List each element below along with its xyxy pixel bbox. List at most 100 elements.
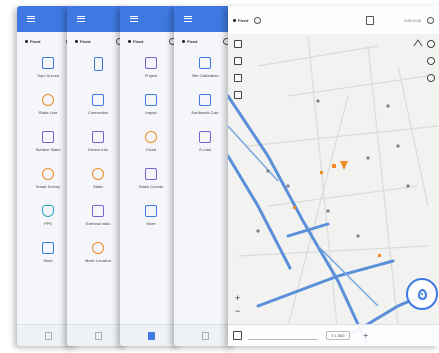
measure-icon[interactable] — [234, 57, 242, 65]
tools-menu: Site Calibration Earthwork Calc E-mail — [174, 45, 236, 164]
left-toolbar — [234, 40, 242, 99]
menu-item[interactable]: Earthwork Calc — [174, 90, 236, 127]
menu-item-label: Site Calibration — [191, 73, 219, 78]
static-icon — [92, 168, 104, 180]
fix-status: Fixed — [233, 18, 248, 23]
fix-dot — [75, 40, 78, 43]
project-icon — [145, 57, 157, 69]
site-calibration-icon — [199, 57, 211, 69]
more-icon — [145, 205, 157, 217]
menu-item[interactable]: More — [120, 201, 182, 238]
ppk-icon — [42, 205, 54, 217]
panel-header — [120, 6, 182, 32]
menu-item[interactable]: E-mail — [174, 127, 236, 164]
map-bottom-bar: T 1.500 + — [228, 324, 439, 346]
bottom-nav — [120, 324, 182, 346]
email-icon — [199, 131, 211, 143]
fix-label: Fixed — [238, 17, 249, 23]
menu-item-label: Connection — [87, 110, 109, 115]
menu-item[interactable]: Stake Coords — [120, 164, 182, 201]
fix-dot — [25, 40, 28, 43]
menu-icon[interactable] — [77, 16, 85, 22]
import-icon — [145, 94, 157, 106]
status-row: Fixed — [120, 32, 182, 45]
tools-panel: Fixed Site Calibration Earthwork Calc E-ma… — [174, 6, 236, 346]
crosshair-icon[interactable] — [234, 40, 242, 48]
fix-label: Fixed — [133, 39, 144, 44]
antenna-height[interactable]: T 1.500 — [326, 331, 350, 340]
layer-toggle-icon[interactable] — [427, 40, 435, 48]
location-pin-icon — [417, 288, 427, 300]
home-tab-icon[interactable] — [44, 331, 52, 340]
menu-item-label: Static — [92, 184, 103, 189]
menu-item-label: Import — [145, 110, 157, 115]
menu-item-label: Topo Survey — [36, 73, 60, 78]
gear-icon[interactable] — [254, 16, 262, 24]
zoom-controls: + − — [235, 292, 240, 318]
menu-item-label: External radio — [85, 221, 111, 226]
menu-item-label: PPK — [43, 221, 52, 226]
fix-dot — [233, 18, 236, 22]
map-toolbar: Fixed 0.01 0.02 — [228, 6, 439, 34]
bottom-nav — [174, 324, 236, 346]
target-icon[interactable] — [427, 57, 435, 65]
smart-survey-icon — [42, 168, 54, 180]
right-toolbar — [427, 40, 435, 82]
menu-item-label: Stake Line — [38, 110, 58, 115]
menu-item-label: More — [43, 258, 53, 263]
info-icon[interactable] — [427, 74, 435, 82]
fix-label: Fixed — [30, 39, 41, 44]
mesh-location-icon — [92, 242, 104, 254]
project-panel: Fixed Project Import Cloud Stake Coords More — [120, 6, 182, 346]
point-name-field[interactable] — [248, 332, 318, 340]
menu-item-label: Project — [144, 73, 158, 78]
menu-item-label: Device info — [88, 147, 108, 152]
menu-item[interactable]: Site Calibration — [174, 53, 236, 90]
zoom-out-button[interactable]: − — [235, 305, 240, 318]
menu-item[interactable]: Project — [120, 53, 182, 90]
fix-label: Fixed — [80, 39, 91, 44]
stake-coords-icon — [145, 168, 157, 180]
locate-button[interactable] — [406, 278, 438, 310]
menu-item-label: More — [146, 221, 156, 226]
settings-icon[interactable] — [427, 16, 434, 24]
device-tab-icon[interactable] — [94, 331, 102, 340]
fix-dot — [182, 40, 185, 43]
compass-icon[interactable] — [234, 91, 242, 99]
panel-header — [174, 6, 236, 32]
add-point-button[interactable]: + — [364, 331, 369, 340]
status-row: Fixed — [174, 32, 236, 45]
menu-item-label: E-mail — [199, 147, 211, 152]
more-icon — [42, 242, 54, 254]
fullscreen-icon[interactable] — [234, 74, 242, 82]
menu-item-label: Earthwork Calc — [191, 110, 219, 115]
menu-item-label: Smart Survey — [35, 184, 61, 189]
menu-icon[interactable] — [130, 16, 138, 22]
tools-tab-icon[interactable] — [201, 331, 209, 340]
menu-item-label: Mesh Location — [84, 258, 111, 263]
menu-item-label: Surface Stake — [35, 147, 61, 152]
project-tab-icon[interactable] — [147, 331, 155, 340]
device-info-icon — [92, 131, 104, 143]
menu-icon[interactable] — [27, 16, 35, 22]
menu-item-label: Stake Coords — [138, 184, 164, 189]
precision-readout: 0.01 0.02 — [404, 17, 421, 23]
point-list-icon[interactable] — [233, 331, 242, 340]
layers-icon[interactable] — [366, 15, 375, 25]
stake-line-icon — [42, 94, 54, 106]
connection-icon — [92, 94, 104, 106]
menu-icon[interactable] — [184, 16, 192, 22]
menu-item[interactable]: Cloud — [120, 127, 182, 164]
menu-item-label: Cloud — [145, 147, 157, 152]
map-screen: Fixed 0.01 0.02 + − T 1.500 + — [228, 6, 439, 346]
external-radio-icon — [92, 205, 104, 217]
zoom-in-button[interactable]: + — [235, 292, 240, 305]
fix-dot — [128, 40, 131, 43]
project-menu: Project Import Cloud Stake Coords More — [120, 45, 182, 238]
menu-item[interactable]: Import — [120, 90, 182, 127]
surface-stake-icon — [42, 131, 54, 143]
earthwork-icon — [199, 94, 211, 106]
cloud-icon — [145, 131, 157, 143]
fix-label: Fixed — [187, 39, 198, 44]
topo-survey-icon — [42, 57, 54, 69]
